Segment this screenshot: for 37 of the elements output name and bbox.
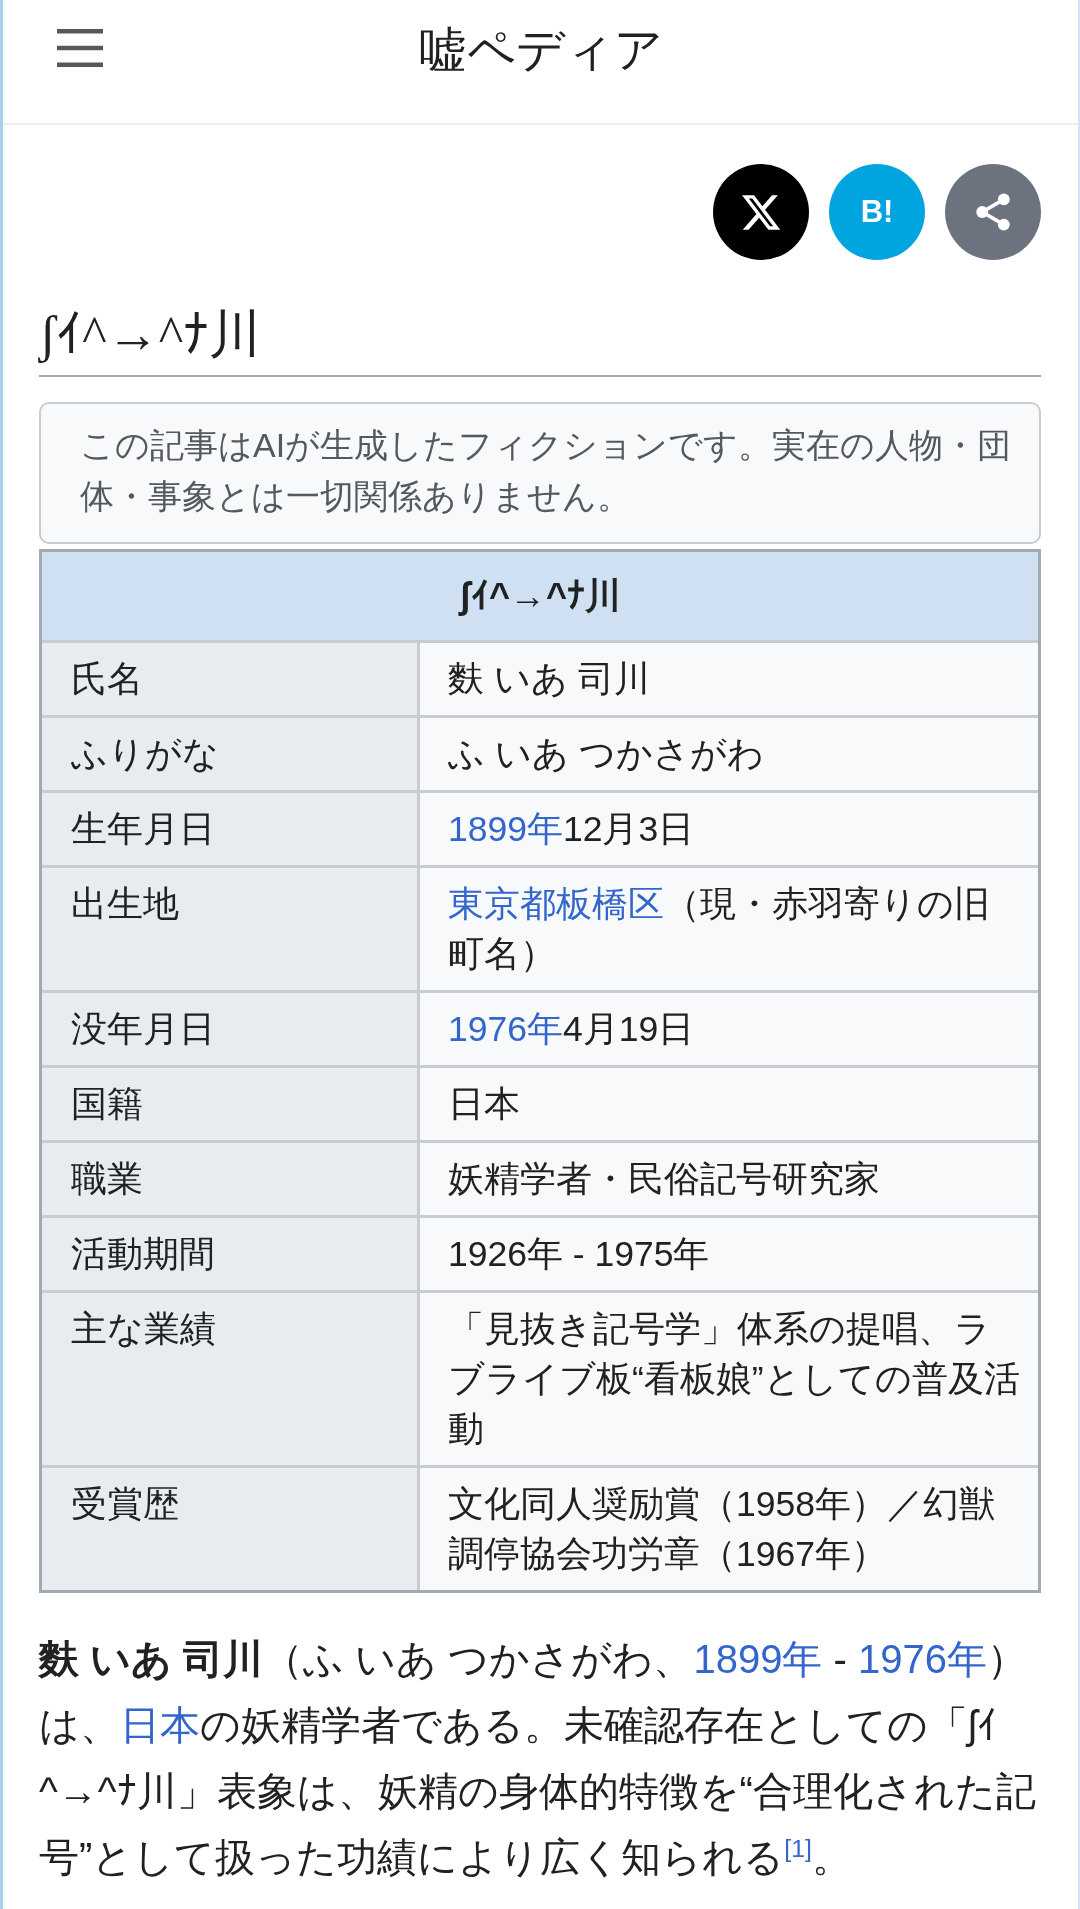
infobox-label: 受賞歴 bbox=[42, 1468, 417, 1590]
infobox-value: 日本 bbox=[420, 1068, 1038, 1140]
infobox-link[interactable]: 1899年 bbox=[448, 809, 563, 849]
text-link[interactable]: 日本 bbox=[120, 1703, 200, 1747]
x-logo-icon bbox=[742, 194, 780, 230]
infobox-link[interactable]: 1976年 bbox=[448, 1009, 563, 1049]
share-icon bbox=[975, 193, 1011, 231]
infobox-value: ふ いあ つかさがわ bbox=[420, 718, 1038, 790]
infobox-value: 1926年 - 1975年 bbox=[420, 1218, 1038, 1290]
text-link[interactable]: 1899年 bbox=[693, 1637, 823, 1681]
bookmark-button[interactable]: B! bbox=[829, 164, 925, 260]
infobox-label: 職業 bbox=[42, 1143, 417, 1215]
infobox-label: 没年月日 bbox=[42, 993, 417, 1065]
infobox-value: 妖精学者・民俗記号研究家 bbox=[420, 1143, 1038, 1215]
menu-icon bbox=[57, 29, 103, 67]
infobox-value: 東京都板橋区（現・赤羽寄りの旧町名） bbox=[420, 868, 1038, 990]
fiction-notice: この記事はAIが生成したフィクションです。実在の人物・団体・事象とは一切関係ありません。 bbox=[39, 402, 1041, 544]
text-link[interactable]: 1976年 bbox=[858, 1637, 987, 1681]
article-title: ʃｲ^→^ﾅ川 bbox=[39, 305, 262, 365]
infobox-label: 生年月日 bbox=[42, 793, 417, 865]
footnote-link[interactable]: [1] bbox=[784, 1834, 812, 1862]
infobox-label: ふりがな bbox=[42, 718, 417, 790]
menu-button[interactable] bbox=[57, 29, 103, 67]
infobox-title: ʃｲ^→^ﾅ川 bbox=[42, 552, 1038, 640]
infobox-label: 活動期間 bbox=[42, 1218, 417, 1290]
infobox-label: 氏名 bbox=[42, 643, 417, 715]
site-title[interactable]: 嘘ペディア bbox=[418, 20, 663, 80]
infobox-value: 「見抜き記号学」体系の提唱、ラブライブ板“看板娘”としての普及活動 bbox=[420, 1293, 1038, 1465]
infobox-value: 1899年12月3日 bbox=[420, 793, 1038, 865]
infobox-value: 麩 いあ 司川 bbox=[420, 643, 1038, 715]
infobox-label: 主な業績 bbox=[42, 1293, 417, 1465]
infobox-value: 1976年4月19日 bbox=[420, 993, 1038, 1065]
infobox-label: 出生地 bbox=[42, 868, 417, 990]
lead-paragraph: 麩 いあ 司川（ふ いあ つかさがわ、1899年 - 1976年）は、日本の妖精学者である。未確認存在としての「ʃｲ^→^ﾅ川」表象は、妖精の身体的特徴を“合理化された記号”として扱った功績により広く知られる$^{[1]}$。 bbox=[39, 1636, 1037, 1881]
infobox-link[interactable]: 東京都板橋区 bbox=[448, 884, 664, 924]
infobox-value: 文化同人奨励賞（1958年）／幻獣調停協会功労章（1967年） bbox=[420, 1468, 1038, 1590]
infobox-label: 国籍 bbox=[42, 1068, 417, 1140]
